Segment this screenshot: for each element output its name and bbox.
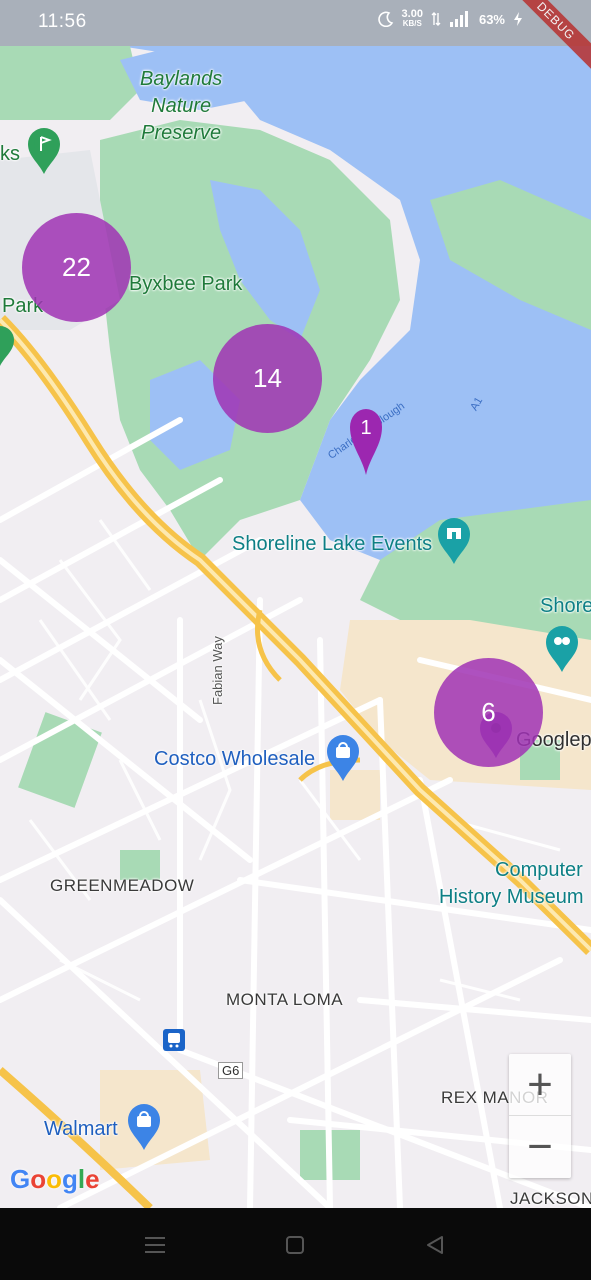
map-view[interactable]: Baylands Nature Preserve Byxbee Park Par… xyxy=(0,0,591,1208)
golf-icon[interactable] xyxy=(28,128,60,174)
pin-count: 1 xyxy=(360,417,372,439)
data-transfer-icon xyxy=(431,12,441,26)
label-costco-wholesale: Costco Wholesale xyxy=(154,748,316,770)
label-baylands-nature-preserve: Baylands Nature Preserve xyxy=(140,68,223,144)
map-canvas xyxy=(0,0,591,1208)
label-jackson: JACKSON xyxy=(510,1189,591,1208)
costco-shopping-icon[interactable] xyxy=(327,735,359,781)
map-pin-marker[interactable]: 1 xyxy=(350,405,382,475)
shoreline-events-icon[interactable] xyxy=(438,518,470,564)
battery-level: 63% xyxy=(478,11,505,27)
cluster-count: 22 xyxy=(62,252,91,282)
map-pin-icon xyxy=(350,409,382,475)
zoom-out-button[interactable]: − xyxy=(509,1116,571,1177)
walmart-shopping-icon[interactable] xyxy=(128,1104,160,1150)
label-shore-right: Shore xyxy=(540,595,591,617)
menu-icon[interactable] xyxy=(140,1230,170,1260)
home-icon[interactable] xyxy=(280,1230,310,1260)
label-walmart: Walmart xyxy=(44,1118,118,1140)
label-byxbee-park: Byxbee Park xyxy=(129,273,243,295)
museum-icon[interactable] xyxy=(546,626,578,672)
google-logo-letter: o xyxy=(46,1164,63,1194)
network-speed-unit: KB/S xyxy=(402,19,422,28)
cluster-count: 6 xyxy=(481,697,496,727)
label-fabian-way: Fabian Way xyxy=(210,636,225,705)
label-computer-history-2: History Museum xyxy=(439,886,584,908)
charging-icon xyxy=(514,12,522,26)
signal-icon xyxy=(449,11,468,27)
navigation-bar xyxy=(0,1208,591,1280)
label-route-g6: G6 xyxy=(218,1062,244,1079)
label-computer-history-1: Computer xyxy=(495,859,583,881)
label-shoreline-lake-events: Shoreline Lake Events xyxy=(232,533,433,555)
marker-cluster[interactable]: 22 xyxy=(22,213,131,322)
google-logo-letter: o xyxy=(30,1164,47,1194)
status-icons: 3.00 KB/S 63% xyxy=(377,8,523,29)
marker-cluster[interactable]: 14 xyxy=(213,324,322,433)
marker-cluster[interactable]: 6 xyxy=(434,658,543,767)
moon-icon xyxy=(377,11,393,27)
label-ks-left: ks xyxy=(0,143,20,165)
google-logo-letter: g xyxy=(62,1164,78,1194)
label-monta-loma: MONTA LOMA xyxy=(226,990,344,1009)
google-logo: Google xyxy=(10,1164,100,1195)
google-logo-letter: G xyxy=(10,1164,31,1194)
network-speed: 3.00 KB/S xyxy=(401,8,423,29)
label-greenmeadow: GREENMEADOW xyxy=(50,876,195,895)
status-bar: 11:56 3.00 KB/S 63% DEBUG xyxy=(0,0,591,74)
transit-station-icon[interactable] xyxy=(163,1029,185,1051)
zoom-in-button[interactable]: + xyxy=(509,1054,571,1116)
zoom-controls: + − xyxy=(509,1054,571,1178)
cluster-count: 14 xyxy=(253,363,282,393)
park-left-icon[interactable] xyxy=(0,326,14,366)
back-icon[interactable] xyxy=(420,1230,450,1260)
network-speed-value: 3.00 xyxy=(401,8,423,20)
google-logo-letter: e xyxy=(85,1164,100,1194)
status-time: 11:56 xyxy=(38,11,87,32)
